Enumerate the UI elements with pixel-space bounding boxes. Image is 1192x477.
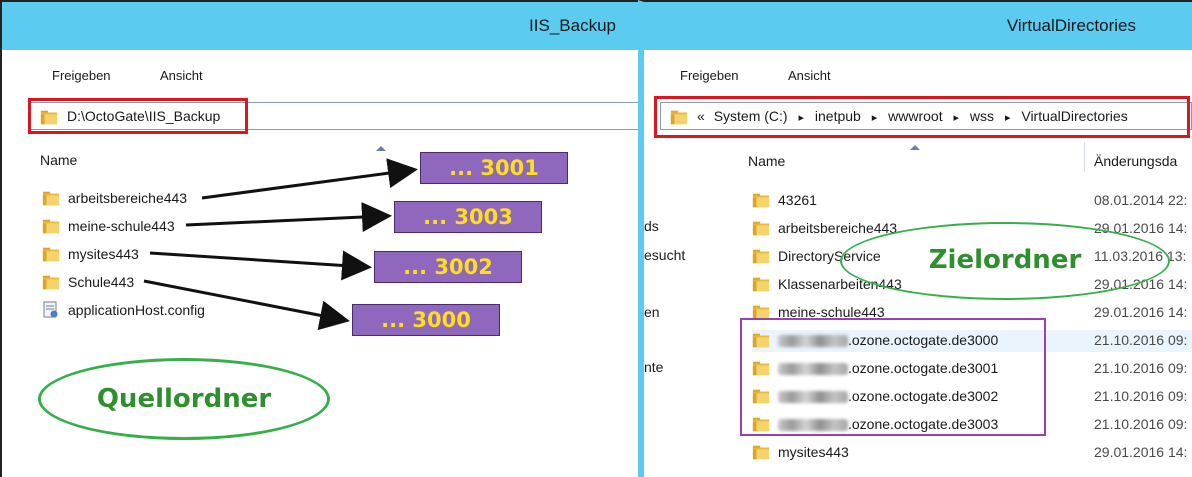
ribbon-tab-ansicht[interactable]: Ansicht — [788, 68, 831, 83]
arrow-to-3000 — [143, 279, 350, 331]
folder-icon — [752, 219, 770, 237]
file-date: 21.10.2016 09: — [1094, 416, 1188, 432]
sort-up-icon — [910, 145, 920, 150]
file-date: 21.10.2016 09: — [1094, 332, 1188, 348]
arrow-to-3001 — [201, 158, 418, 200]
nav-pane-fragment[interactable]: en — [644, 304, 660, 320]
breadcrumb-highlight — [654, 96, 1190, 138]
folder-icon — [752, 443, 770, 461]
nav-pane-fragment[interactable]: ds — [644, 218, 659, 234]
file-row[interactable]: 43261 08.01.2014 22: — [752, 190, 1192, 212]
file-date: 29.01.2016 14: — [1094, 444, 1188, 460]
column-header-name[interactable]: Name — [748, 153, 785, 169]
new-folders-highlight — [740, 318, 1046, 436]
file-name: arbeitsbereiche443 — [778, 220, 898, 236]
ribbon-tab-freigeben[interactable]: Freigeben — [680, 68, 739, 83]
file-date: 08.01.2014 22: — [1094, 192, 1188, 208]
file-date: 29.01.2016 14: — [1094, 304, 1188, 320]
file-name: 43261 — [778, 192, 817, 208]
file-row[interactable]: mysites443 29.01.2016 14: — [752, 442, 1192, 464]
nav-pane-fragment[interactable]: nte — [644, 359, 663, 375]
file-date: 21.10.2016 09: — [1094, 388, 1188, 404]
arrow-to-3003 — [185, 202, 392, 233]
folder-icon — [752, 191, 770, 209]
source-explorer-window: IIS_Backup Freigeben Ansicht D:\OctoGate… — [0, 0, 640, 477]
right-window-title: VirtualDirectories — [1006, 16, 1136, 35]
folder-icon — [752, 275, 770, 293]
arrow-to-3002 — [149, 250, 372, 281]
column-header-date[interactable]: Änderungsda — [1094, 153, 1177, 169]
annotation-quellordner: Quellordner — [38, 358, 330, 440]
column-divider[interactable] — [1084, 142, 1085, 172]
file-name: mysites443 — [778, 444, 849, 460]
target-explorer-window: VirtualDirectories Freigeben Ansicht « S… — [638, 0, 1192, 477]
nav-pane-fragment[interactable]: esucht — [644, 247, 685, 263]
file-date: 21.10.2016 09: — [1094, 360, 1188, 376]
right-titlebar: VirtualDirectories — [644, 2, 1192, 50]
folder-icon — [752, 247, 770, 265]
annotation-zielordner: Zielordner — [840, 222, 1170, 300]
